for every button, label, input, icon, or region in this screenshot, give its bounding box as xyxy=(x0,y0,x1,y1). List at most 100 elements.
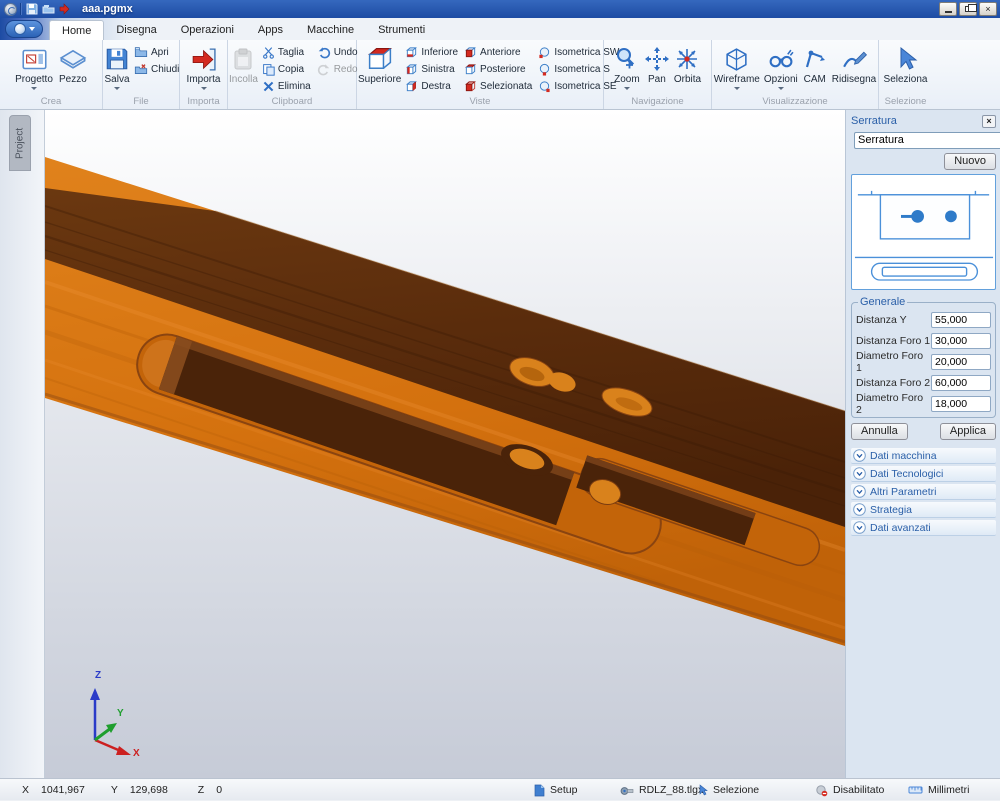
isometrica-s-icon xyxy=(538,63,551,76)
distanza-y-label: Distanza Y xyxy=(856,314,907,326)
copia-icon xyxy=(262,63,275,76)
title-bar: aaa.pgmx × xyxy=(0,0,1000,18)
salva-button[interactable]: Salva xyxy=(103,42,131,90)
sinistra-button[interactable]: Sinistra xyxy=(402,61,461,78)
minimize-button[interactable] xyxy=(939,2,957,16)
nuovo-button[interactable]: Nuovo xyxy=(944,153,996,170)
section-dati-macchina[interactable]: Dati macchina xyxy=(851,448,996,464)
apri-icon xyxy=(134,46,148,59)
app-menu-button[interactable] xyxy=(5,20,43,38)
taglia-button[interactable]: Taglia xyxy=(259,44,314,61)
tab-strumenti[interactable]: Strumenti xyxy=(366,20,437,40)
macro-name-input[interactable] xyxy=(854,132,1000,149)
cursor-icon xyxy=(698,784,708,797)
tab-disegna[interactable]: Disegna xyxy=(104,20,168,40)
dropdown-arrow-icon xyxy=(201,87,207,90)
annulla-button[interactable]: Annulla xyxy=(851,423,908,440)
importa-button[interactable]: Importa xyxy=(186,42,222,90)
distanza-foro-1-label: Distanza Foro 1 xyxy=(856,335,930,347)
selezionata-button[interactable]: Selezionata xyxy=(461,78,535,95)
distanza-foro-2-input[interactable] xyxy=(931,375,991,391)
import-icon xyxy=(59,3,70,15)
left-dock-bar: Project xyxy=(0,110,45,778)
tab-apps[interactable]: Apps xyxy=(246,20,295,40)
chevron-down-icon xyxy=(29,27,35,31)
chiudi-button[interactable]: Chiudi xyxy=(131,61,182,78)
sinistra-icon xyxy=(405,63,418,76)
tab-macchine[interactable]: Macchine xyxy=(295,20,366,40)
status-millimetri[interactable]: Millimetri xyxy=(908,779,969,801)
redo-button[interactable]: Redo xyxy=(314,61,361,78)
ribbon-group-visualizzazione: Wireframe Opzioni CAM Ridiseg xyxy=(712,40,879,109)
group-label-importa: Importa xyxy=(180,96,227,109)
section-altri-parametri[interactable]: Altri Parametri xyxy=(851,484,996,500)
anteriore-button[interactable]: Anteriore xyxy=(461,44,535,61)
viewport-3d[interactable]: Z Y X xyxy=(45,110,845,778)
pezzo-button[interactable]: Pezzo xyxy=(58,42,88,85)
superiore-button[interactable]: Superiore xyxy=(357,42,402,85)
elimina-button[interactable]: Elimina xyxy=(259,78,314,95)
open-icon xyxy=(42,3,55,15)
quick-import-button[interactable] xyxy=(56,2,72,16)
diametro-foro-1-label: Diametro Foro 1 xyxy=(856,350,931,374)
close-button[interactable]: × xyxy=(979,2,997,16)
distanza-y-input[interactable] xyxy=(931,312,991,328)
seleziona-button[interactable]: Seleziona xyxy=(883,42,929,85)
status-bar: X 1041,967 Y 129,698 Z 0 Setup RDLZ_88.t… xyxy=(0,778,1000,800)
section-strategia[interactable]: Strategia xyxy=(851,502,996,518)
field-row: Diametro Foro 2 xyxy=(856,393,991,414)
copia-button[interactable]: Copia xyxy=(259,61,314,78)
group-label-crea: Crea xyxy=(0,96,102,109)
undo-button[interactable]: Undo xyxy=(314,44,361,61)
destra-button[interactable]: Destra xyxy=(402,78,461,95)
pan-button[interactable]: Pan xyxy=(643,42,671,85)
project-panel-tab[interactable]: Project xyxy=(9,115,31,171)
quick-save-button[interactable] xyxy=(24,2,40,16)
section-dati-tecnologici[interactable]: Dati Tecnologici xyxy=(851,466,996,482)
status-setup[interactable]: Setup xyxy=(533,779,577,801)
quick-open-button[interactable] xyxy=(40,2,56,16)
incolla-button[interactable]: Incolla xyxy=(228,42,259,85)
inferiore-button[interactable]: Inferiore xyxy=(402,44,461,61)
restore-icon xyxy=(965,6,972,12)
ribbon-group-navigazione: Zoom Pan Orbita Navigazione xyxy=(604,40,712,109)
cam-button[interactable]: CAM xyxy=(801,42,829,85)
wireframe-button[interactable]: Wireframe xyxy=(713,42,761,90)
opzioni-button[interactable]: Opzioni xyxy=(763,42,799,90)
ribbon-group-crea: Progetto Pezzo Crea xyxy=(0,40,103,109)
restore-button[interactable] xyxy=(959,2,977,16)
wood-panel-render xyxy=(45,110,845,778)
panel-close-button[interactable]: × xyxy=(982,115,996,128)
coord-z-value: 0 xyxy=(216,784,222,796)
progetto-button[interactable]: Progetto xyxy=(14,42,54,90)
orbita-button[interactable]: Orbita xyxy=(673,42,702,85)
tab-operazioni[interactable]: Operazioni xyxy=(169,20,246,40)
posteriore-button[interactable]: Posteriore xyxy=(461,61,535,78)
elimina-icon xyxy=(262,80,275,93)
diametro-foro-1-input[interactable] xyxy=(931,354,991,370)
save-icon xyxy=(26,3,38,15)
group-label-selezione: Selezione xyxy=(879,96,932,109)
seleziona-icon xyxy=(892,44,918,74)
dropdown-arrow-icon xyxy=(31,87,37,90)
anteriore-icon xyxy=(464,46,477,59)
axis-x-label: X xyxy=(133,748,140,759)
redo-icon xyxy=(317,63,331,76)
zoom-button[interactable]: Zoom xyxy=(613,42,641,90)
applica-button[interactable]: Applica xyxy=(940,423,996,440)
tab-home[interactable]: Home xyxy=(49,20,104,40)
ridisegna-button[interactable]: Ridisegna xyxy=(831,42,877,85)
opzioni-icon xyxy=(767,44,794,74)
section-dati-avanzati[interactable]: Dati avanzati xyxy=(851,520,996,536)
app-logo-icon[interactable] xyxy=(4,3,17,16)
status-disabilitato[interactable]: Disabilitato xyxy=(815,779,884,801)
apri-button[interactable]: Apri xyxy=(131,44,182,61)
chevron-down-icon xyxy=(853,521,866,534)
ribbon-group-importa: Importa Importa xyxy=(180,40,228,109)
ribbon-tab-row: Home Disegna Operazioni Apps Macchine St… xyxy=(0,18,1000,40)
distanza-foro-1-input[interactable] xyxy=(931,333,991,349)
diametro-foro-2-input[interactable] xyxy=(931,396,991,412)
ribbon: Progetto Pezzo Crea Salva xyxy=(0,40,1000,110)
status-tool-file[interactable]: RDLZ_88.tlgx xyxy=(620,779,703,801)
status-selezione[interactable]: Selezione xyxy=(698,779,759,801)
